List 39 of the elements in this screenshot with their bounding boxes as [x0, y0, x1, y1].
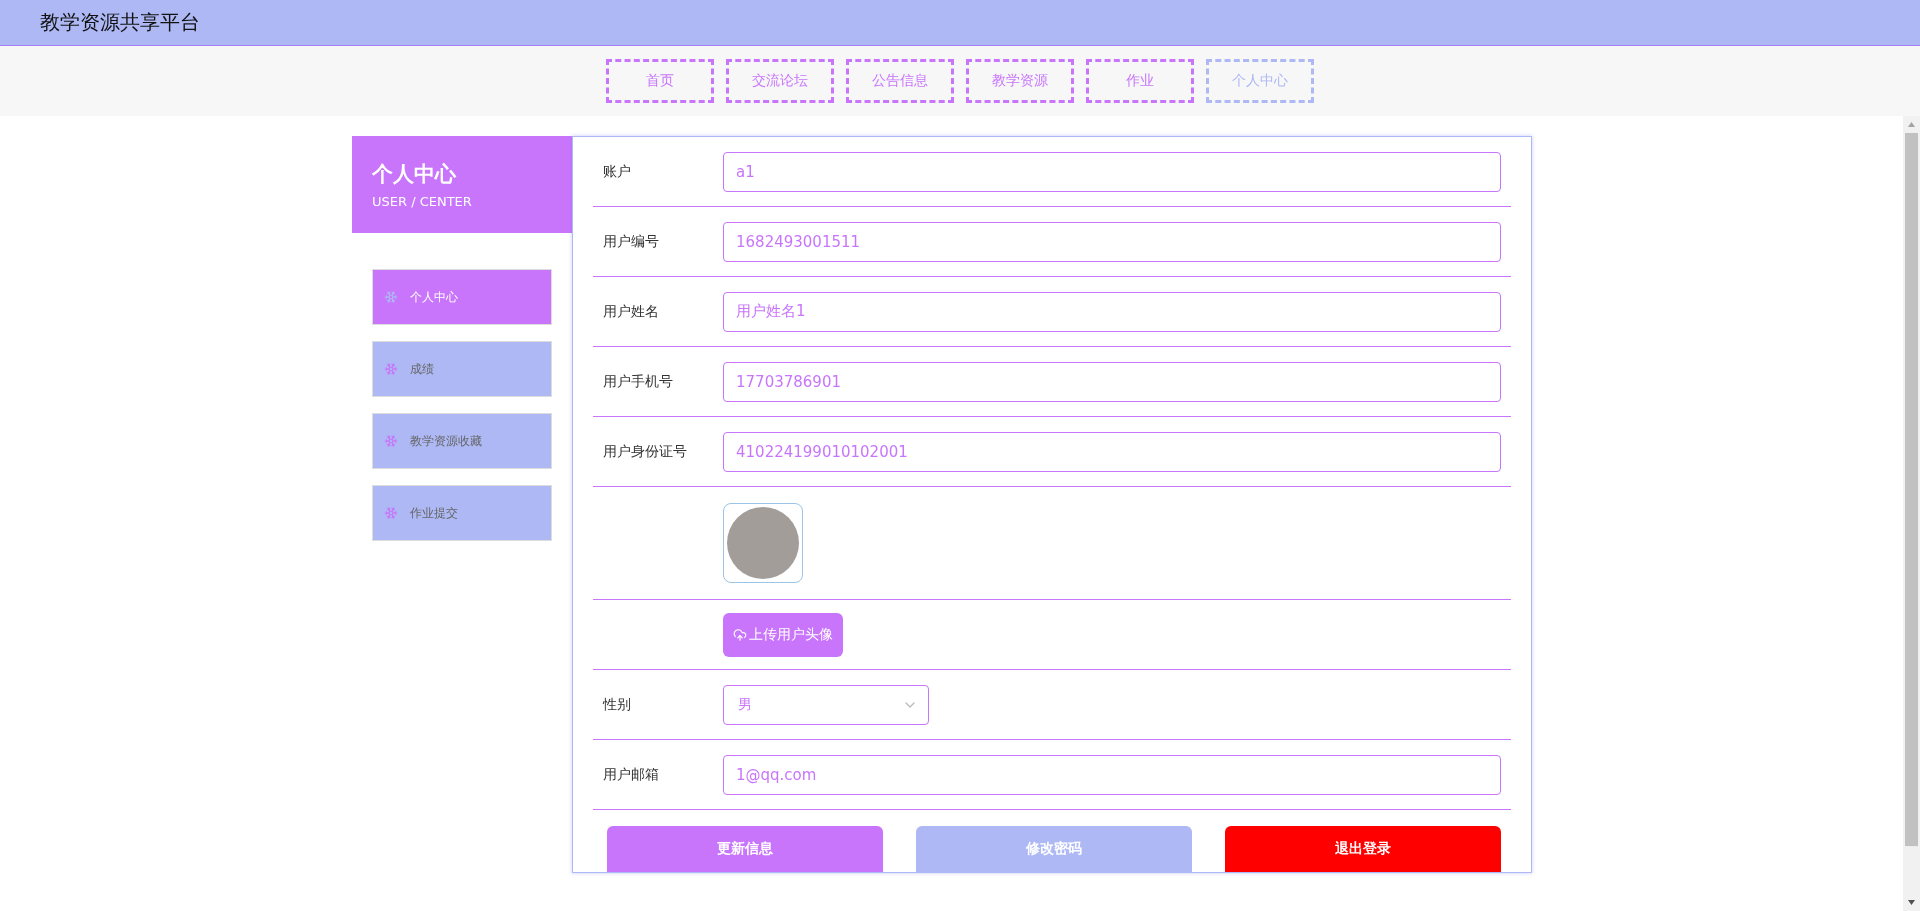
site-title: 教学资源共享平台: [40, 9, 200, 36]
input-field[interactable]: a1: [723, 151, 1501, 192]
action-button[interactable]: 修改密码: [916, 826, 1192, 872]
nav-tab[interactable]: 教学资源: [966, 59, 1074, 103]
field-label: 用户邮箱: [602, 765, 660, 784]
input-field[interactable]: 用户姓名1: [723, 291, 1501, 332]
sidebar-item[interactable]: 教学资源收藏: [372, 413, 552, 469]
nav-tab[interactable]: 交流论坛: [726, 59, 834, 103]
field-label: 用户编号: [602, 232, 660, 251]
sidebar-subtitle: USER / CENTER: [372, 194, 473, 209]
sidebar-item[interactable]: 作业提交: [372, 485, 552, 541]
cloud-upload-icon: [733, 627, 747, 642]
input-field[interactable]: 410224199010102001: [723, 431, 1501, 472]
field-label: 性别: [601, 695, 632, 714]
select-field[interactable]: 男: [723, 684, 929, 725]
action-button[interactable]: 更新信息: [607, 826, 883, 872]
action-button[interactable]: 退出登录: [1225, 826, 1501, 872]
snowflake-icon: [384, 362, 398, 376]
input-field[interactable]: 1682493001511: [723, 221, 1501, 262]
sidebar-title: 个人中心: [372, 161, 457, 188]
sidebar-item[interactable]: 个人中心: [372, 269, 552, 325]
field-label: 用户身份证号: [602, 442, 688, 461]
nav-tab[interactable]: 首页: [606, 59, 714, 103]
nav-tab[interactable]: 个人中心: [1206, 59, 1314, 103]
field-label: 用户手机号: [602, 372, 674, 391]
field-label: 用户姓名: [602, 302, 660, 321]
input-field[interactable]: 1@qq.com: [723, 754, 1501, 795]
scrollbar-drawing[interactable]: [1903, 116, 1920, 911]
nav-tab[interactable]: 公告信息: [846, 59, 954, 103]
snowflake-icon: [384, 506, 398, 520]
snowflake-icon: [384, 290, 398, 304]
field-label: 账户: [602, 162, 632, 181]
upload-button[interactable]: 上传用户头像: [723, 612, 843, 657]
snowflake-icon: [384, 434, 398, 448]
input-field[interactable]: 17703786901: [723, 361, 1501, 402]
nav-tab[interactable]: 作业: [1086, 59, 1194, 103]
avatar-frame[interactable]: [723, 503, 803, 583]
avatar-placeholder: [727, 507, 799, 579]
sidebar-item[interactable]: 成绩: [372, 341, 552, 397]
